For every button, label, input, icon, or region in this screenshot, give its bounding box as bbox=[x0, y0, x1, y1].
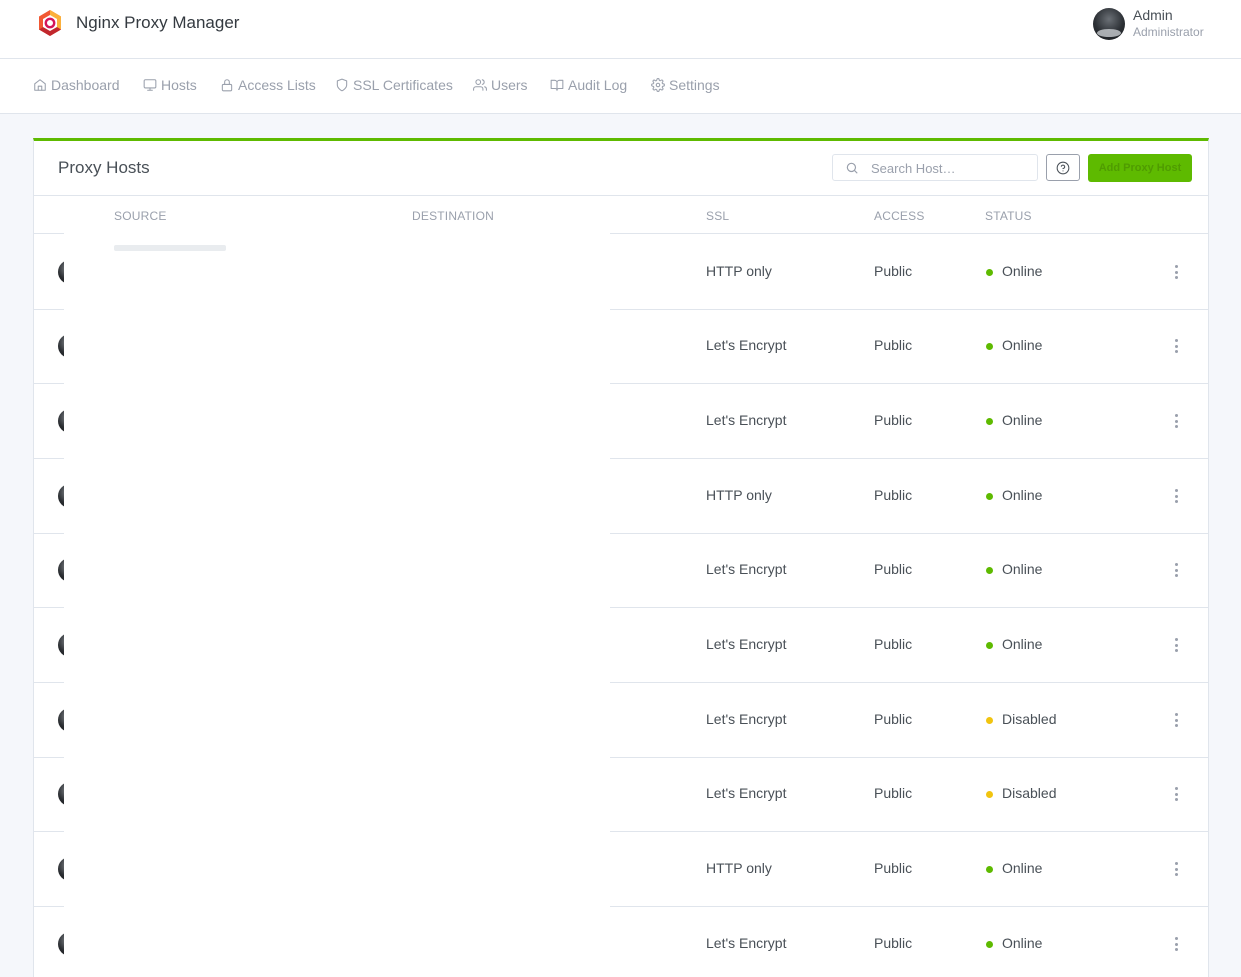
nav-item-audit-log[interactable]: Audit Log bbox=[550, 77, 627, 93]
access-cell: Public bbox=[874, 785, 913, 801]
book-icon bbox=[550, 79, 564, 91]
ssl-cell: HTTP only bbox=[706, 487, 772, 503]
column-header-access[interactable]: ACCESS bbox=[874, 209, 925, 223]
brand[interactable]: Nginx Proxy Manager bbox=[36, 9, 239, 37]
ssl-cell: Let's Encrypt bbox=[706, 337, 787, 353]
user-avatar bbox=[1093, 8, 1125, 40]
nav-item-label: Access Lists bbox=[238, 77, 316, 93]
status-dot-icon bbox=[986, 791, 993, 798]
row-actions-menu-icon[interactable] bbox=[1173, 787, 1179, 801]
nav-item-label: Audit Log bbox=[568, 77, 628, 93]
nav-item-label: Hosts bbox=[161, 77, 197, 93]
nav-item-label: Settings bbox=[669, 77, 720, 93]
row-actions-menu-icon[interactable] bbox=[1173, 265, 1179, 279]
status-dot-icon bbox=[986, 269, 993, 276]
home-icon bbox=[34, 79, 46, 91]
status-dot-icon bbox=[986, 642, 993, 649]
status-cell: Online bbox=[1002, 636, 1043, 652]
user-menu[interactable]: Admin Administrator bbox=[1093, 7, 1204, 41]
help-icon bbox=[1056, 161, 1070, 174]
access-cell: Public bbox=[874, 487, 913, 503]
nav-item-dashboard[interactable]: Dashboard bbox=[33, 77, 120, 93]
card-header: Proxy Hosts Add Proxy Host bbox=[34, 141, 1208, 196]
shield-icon bbox=[336, 78, 348, 92]
status-cell: Online bbox=[1002, 263, 1043, 279]
search-box bbox=[832, 154, 1038, 181]
monitor-icon bbox=[143, 79, 157, 91]
access-cell: Public bbox=[874, 561, 913, 577]
access-cell: Public bbox=[874, 935, 913, 951]
search-icon bbox=[846, 162, 858, 174]
gear-icon bbox=[651, 78, 665, 92]
status-cell: Disabled bbox=[1002, 711, 1057, 727]
status-cell: Online bbox=[1002, 935, 1043, 951]
ssl-cell: Let's Encrypt bbox=[706, 785, 787, 801]
status-dot-icon bbox=[986, 941, 993, 948]
status-cell: Online bbox=[1002, 561, 1043, 577]
ssl-cell: Let's Encrypt bbox=[706, 561, 787, 577]
row-actions-menu-icon[interactable] bbox=[1173, 638, 1179, 652]
row-actions-menu-icon[interactable] bbox=[1173, 862, 1179, 876]
redacted-region bbox=[64, 233, 610, 977]
ssl-cell: HTTP only bbox=[706, 263, 772, 279]
column-header-destination[interactable]: DESTINATION bbox=[412, 209, 494, 223]
status-dot-icon bbox=[986, 343, 993, 350]
status-dot-icon bbox=[986, 866, 993, 873]
table-header: SOURCE DESTINATION SSL ACCESS STATUS bbox=[34, 196, 1208, 234]
status-dot-icon bbox=[986, 418, 993, 425]
nav-item-label: Users bbox=[491, 77, 528, 93]
main-nav: Dashboard Hosts Access Lists SSL Certifi… bbox=[0, 59, 1241, 114]
row-actions-menu-icon[interactable] bbox=[1173, 414, 1179, 428]
status-dot-icon bbox=[986, 567, 993, 574]
access-cell: Public bbox=[874, 263, 913, 279]
row-actions-menu-icon[interactable] bbox=[1173, 489, 1179, 503]
app-title: Nginx Proxy Manager bbox=[76, 13, 240, 32]
ssl-cell: Let's Encrypt bbox=[706, 412, 787, 428]
nav-item-ssl-certificates[interactable]: SSL Certificates bbox=[335, 77, 453, 93]
help-button[interactable] bbox=[1046, 154, 1080, 181]
access-cell: Public bbox=[874, 337, 913, 353]
column-header-ssl[interactable]: SSL bbox=[706, 209, 729, 223]
ssl-cell: HTTP only bbox=[706, 860, 772, 876]
nav-item-label: Dashboard bbox=[51, 77, 120, 93]
status-cell: Online bbox=[1002, 337, 1043, 353]
ssl-cell: Let's Encrypt bbox=[706, 636, 787, 652]
lock-icon bbox=[221, 79, 233, 92]
nav-item-settings[interactable]: Settings bbox=[651, 77, 720, 93]
column-header-status[interactable]: STATUS bbox=[985, 209, 1032, 223]
access-cell: Public bbox=[874, 711, 913, 727]
app-logo-icon bbox=[39, 10, 61, 36]
row-actions-menu-icon[interactable] bbox=[1173, 339, 1179, 353]
status-cell: Online bbox=[1002, 412, 1043, 428]
nav-item-access-lists[interactable]: Access Lists bbox=[220, 77, 316, 93]
user-name: Admin bbox=[1133, 7, 1173, 23]
access-cell: Public bbox=[874, 412, 913, 428]
add-proxy-host-button[interactable]: Add Proxy Host bbox=[1088, 154, 1192, 182]
column-header-source[interactable]: SOURCE bbox=[114, 209, 167, 223]
ssl-cell: Let's Encrypt bbox=[706, 711, 787, 727]
top-bar: Nginx Proxy Manager Admin Administrator bbox=[0, 0, 1241, 59]
users-icon bbox=[473, 79, 487, 91]
status-dot-icon bbox=[986, 717, 993, 724]
ssl-cell: Let's Encrypt bbox=[706, 935, 787, 951]
nav-item-label: SSL Certificates bbox=[353, 77, 453, 93]
nav-item-hosts[interactable]: Hosts bbox=[143, 77, 197, 93]
search-input[interactable] bbox=[871, 158, 1031, 178]
card-title: Proxy Hosts bbox=[58, 158, 150, 177]
user-role: Administrator bbox=[1133, 25, 1204, 39]
access-cell: Public bbox=[874, 636, 913, 652]
status-cell: Online bbox=[1002, 860, 1043, 876]
row-actions-menu-icon[interactable] bbox=[1173, 563, 1179, 577]
nav-item-users[interactable]: Users bbox=[473, 77, 528, 93]
status-dot-icon bbox=[986, 493, 993, 500]
row-actions-menu-icon[interactable] bbox=[1173, 937, 1179, 951]
row-actions-menu-icon[interactable] bbox=[1173, 713, 1179, 727]
status-cell: Disabled bbox=[1002, 785, 1057, 801]
access-cell: Public bbox=[874, 860, 913, 876]
loading-placeholder bbox=[114, 245, 226, 251]
status-cell: Online bbox=[1002, 487, 1043, 503]
